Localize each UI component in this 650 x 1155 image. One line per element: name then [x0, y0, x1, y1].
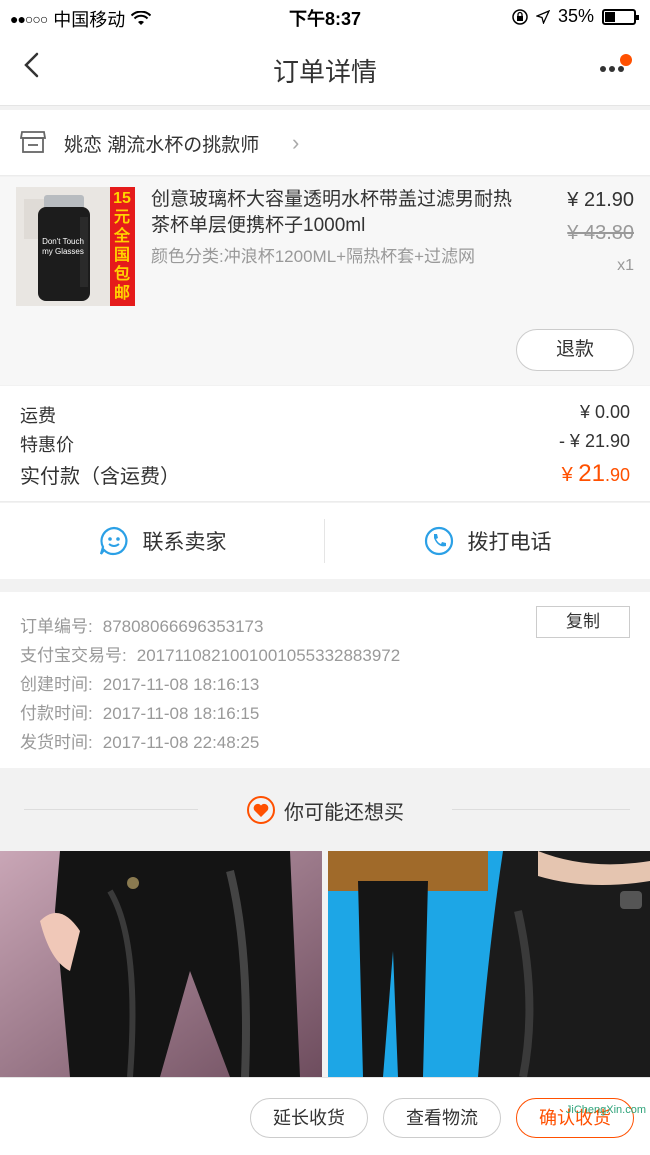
paid-time: 2017-11-08 18:16:15: [102, 704, 260, 723]
product-price: ¥ 21.90: [567, 189, 634, 211]
shop-row[interactable]: 姚恋 潮流水杯の挑款师 ›: [0, 110, 650, 176]
refund-button[interactable]: 退款: [516, 329, 634, 371]
total-label: 实付款（含运费）: [20, 466, 180, 488]
shop-name: 姚恋 潮流水杯の挑款师: [64, 135, 260, 156]
recommend-grid: [0, 851, 650, 1077]
call-label: 拨打电话: [467, 531, 552, 554]
page-title: 订单详情: [272, 57, 377, 87]
product-sku: 颜色分类:冲浪杯1200ML+隔热杯套+过滤网: [151, 247, 476, 266]
contact-seller-label: 联系卖家: [142, 531, 227, 554]
paid-line: 付款时间: 2017-11-08 18:16:15: [20, 704, 260, 723]
battery-icon: [602, 8, 639, 25]
discount-value: - ¥ 21.90: [558, 431, 630, 451]
chevron-right-icon: ›: [292, 130, 300, 155]
product-thumbnail[interactable]: Don't Touch my Glasses 15元全国包邮: [16, 187, 135, 306]
view-logistics-button[interactable]: 查看物流: [383, 1098, 501, 1138]
alipay-line: 支付宝交易号: 2017110821001001055332883972: [20, 646, 401, 665]
cost-summary: 运费 ¥ 0.00 特惠价 - ¥ 21.90 实付款（含运费） ¥ 21.90: [0, 386, 650, 502]
product-original-price: ¥ 43.80: [567, 222, 634, 244]
lock-rotation-icon: [512, 8, 528, 25]
order-item[interactable]: Don't Touch my Glasses 15元全国包邮 创意玻璃杯大容量透…: [0, 177, 650, 385]
shipped-line: 发货时间: 2017-11-08 22:48:25: [20, 733, 260, 752]
heart-icon: [247, 796, 275, 824]
total-value: ¥ 21.90: [561, 460, 630, 487]
watermark-text: JiChengXin.com: [565, 1104, 646, 1116]
shipping-value: ¥ 0.00: [579, 402, 630, 422]
total-row: 实付款（含运费） ¥ 21.90: [20, 460, 630, 489]
recommend-title: 你可能还想买: [284, 801, 404, 824]
order-number-line: 订单编号: 87808066696353173: [20, 617, 264, 636]
product-name[interactable]: 创意玻璃杯大容量透明水杯带盖过滤男耐热茶杯单层便携杯子1000ml: [151, 187, 521, 239]
more-dots-icon: [600, 66, 606, 72]
chat-icon: [99, 526, 127, 556]
product-quantity: x1: [617, 257, 634, 274]
contact-seller-button[interactable]: 联系卖家: [0, 503, 325, 579]
more-menu-button[interactable]: [598, 54, 632, 78]
shipped-time: 2017-11-08 22:48:25: [102, 733, 260, 752]
status-bar: ●●○○○ 中国移动 下午8:37 35%: [0, 0, 650, 32]
recommend-product-image[interactable]: [328, 851, 650, 1077]
battery-percent: 35%: [557, 6, 594, 26]
store-icon: [20, 131, 46, 153]
created-line: 创建时间: 2017-11-08 18:16:13: [20, 675, 260, 694]
order-number: 87808066696353173: [102, 617, 264, 636]
bottom-action-bar: 延长收货 查看物流 确认收货: [0, 1077, 650, 1155]
bottle-text: Don't Touch my Glasses: [42, 237, 84, 256]
recommend-header: 你可能还想买: [0, 770, 650, 850]
created-time: 2017-11-08 18:16:13: [102, 675, 260, 694]
free-shipping-badge: 15元全国包邮: [113, 190, 131, 302]
copy-button[interactable]: 复制: [536, 606, 630, 638]
discount-row: 特惠价 - ¥ 21.90: [20, 431, 630, 457]
discount-label: 特惠价: [20, 435, 74, 455]
order-info: 订单编号: 87808066696353173 复制 支付宝交易号: 2017110…: [0, 592, 650, 768]
phone-icon: [424, 526, 453, 556]
notification-dot: [620, 54, 632, 66]
recommend-product-image[interactable]: [0, 851, 322, 1077]
shipping-row: 运费 ¥ 0.00: [20, 402, 630, 428]
nav-bar: 订单详情: [0, 32, 650, 106]
call-button[interactable]: 拨打电话: [325, 503, 650, 579]
location-icon: [535, 9, 550, 24]
shipping-label: 运费: [20, 406, 56, 426]
alipay-number: 2017110821001001055332883972: [136, 646, 401, 665]
contact-row: 联系卖家 拨打电话: [0, 503, 650, 579]
extend-receipt-button[interactable]: 延长收货: [250, 1098, 368, 1138]
